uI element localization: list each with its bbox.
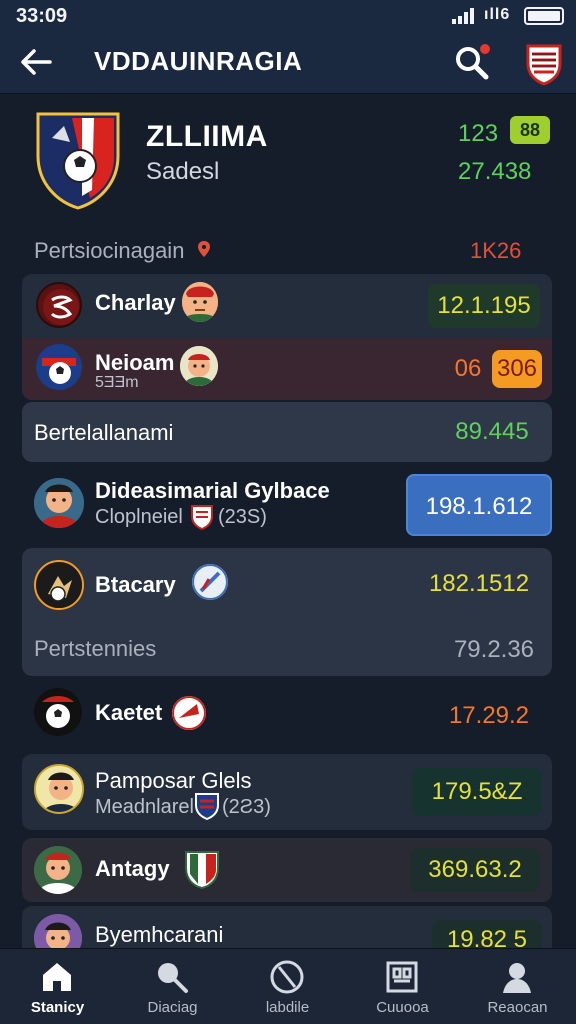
team-name: Antagy [95, 856, 170, 881]
row-subtitle-extra: (23S) [218, 506, 267, 528]
bottom-nav: Stanicy Diaciag labdile Cuuooa Reaocan [0, 948, 576, 1024]
row-subtitle: Pertstennies [34, 636, 157, 661]
score-value: 17.29.2 [448, 702, 530, 729]
team-subtitle: 5ƎƎm [95, 374, 139, 391]
score-value: 369.63.2 [410, 848, 540, 892]
nav-label: labdile [265, 999, 310, 1016]
row-subtitle: Cloplneiel [95, 506, 183, 528]
nav-label: Diaciag [147, 999, 198, 1016]
team-logo-icon [34, 560, 84, 610]
team-logo-icon [36, 344, 82, 390]
clock-icon [267, 957, 307, 997]
list-item[interactable]: Antagy 369.63.2 [22, 838, 552, 902]
club-stat-primary: 123 [458, 120, 499, 147]
section-value: 1K26 [470, 238, 522, 263]
club-header: ZLLIIMA Sadesl 123 88 27.438 [0, 94, 576, 234]
status-bar: 33:09 ıll6 [0, 0, 576, 32]
row-title: Dideasimarial Gylbace [95, 478, 330, 503]
team-name: Neioam [95, 350, 175, 375]
nav-item-whistle[interactable]: Diaciag [115, 949, 230, 1024]
nav-item-home[interactable]: Stanicy [0, 949, 115, 1024]
list-item[interactable]: Charlay 12.1.195 [22, 274, 552, 338]
page-title: VDDAUINRAGIA [94, 46, 303, 76]
team-name: Charlay [95, 290, 176, 315]
team-logo-icon [34, 688, 82, 736]
club-shield-icon [190, 504, 214, 530]
nav-item-stadium[interactable]: Cuuooa [345, 949, 460, 1024]
player-avatar [34, 846, 82, 894]
score-value: 182.1512 [428, 570, 530, 597]
score-value-a: 06 [454, 355, 482, 382]
list-item[interactable]: Kaetet 17.29.2 [22, 682, 552, 748]
club-subtitle: Sadesl [146, 158, 220, 185]
score-value-b: 306 [492, 350, 542, 388]
player-avatar [182, 282, 218, 322]
nav-label: Stanicy [30, 999, 85, 1016]
wifi-icon: ıll6 [484, 6, 511, 23]
list-item[interactable]: Pamposar Glels Meadnlarel (2Ƨ3) 179.5&Z [22, 754, 552, 830]
stadium-icon [382, 957, 422, 997]
club-crest-icon [32, 108, 124, 212]
nav-label: Reaocan [487, 999, 548, 1016]
section-title: Pertsiocinagain [34, 238, 185, 263]
list-item[interactable]: Byemhcarani 19.82 5 [22, 906, 552, 948]
battery-icon [524, 7, 564, 25]
team-name: Kaetet [95, 700, 163, 725]
score-value: 179.5&Z [412, 768, 542, 816]
team-logo-icon [36, 282, 82, 328]
club-stat-secondary: 27.438 [458, 158, 532, 185]
whistle-icon [152, 957, 192, 997]
list-item[interactable]: Dideasimarial Gylbace Cloplneiel (23S) 1… [22, 470, 552, 542]
signal-icon [452, 8, 478, 24]
player-avatar [34, 478, 84, 528]
club-logo-icon[interactable] [524, 42, 564, 86]
player-avatar [34, 914, 82, 948]
status-time: 33:09 [16, 5, 68, 27]
score-value: 12.1.195 [428, 284, 540, 328]
nav-item-clock[interactable]: labdile [230, 949, 345, 1024]
score-value: 198.1.612 [406, 474, 552, 536]
club-stat-badge: 88 [510, 116, 550, 144]
club-shield-icon [194, 792, 220, 820]
row-subtitle-extra: (2Ƨ3) [222, 796, 271, 818]
team-name: Btacary [95, 572, 176, 597]
compass-icon [192, 564, 228, 600]
pin-icon [196, 240, 212, 258]
list-item[interactable]: Bertelallanami 89.445 [22, 402, 552, 462]
list-item[interactable]: Btacary 182.1512 Pertstennies 79.2.36 [22, 548, 552, 676]
score-secondary: 79.2.36 [453, 636, 535, 663]
player-avatar [34, 764, 84, 814]
row-title: Bertelallanami [34, 420, 174, 445]
list-item[interactable]: Neioam 5ƎƎm 06 306 [22, 338, 552, 400]
row-title: Byemhcarani [95, 922, 224, 947]
back-icon[interactable] [16, 42, 56, 82]
score-value: 89.445 [455, 418, 529, 445]
row-title: Pamposar Glels [95, 768, 252, 793]
nav-label: Cuuooa [376, 999, 429, 1016]
nav-item-profile[interactable]: Reaocan [460, 949, 575, 1024]
club-shield-icon [184, 848, 220, 890]
club-badge-icon [172, 696, 206, 730]
profile-icon [497, 957, 537, 997]
score-value: 19.82 5 [432, 920, 542, 948]
home-icon [37, 957, 77, 997]
row-subtitle: Meadnlarel [95, 796, 194, 818]
player-avatar [180, 346, 218, 386]
app-bar: VDDAUINRAGIA [0, 32, 576, 94]
notification-dot [480, 44, 490, 54]
club-name: ZLLIIMA [146, 120, 268, 153]
